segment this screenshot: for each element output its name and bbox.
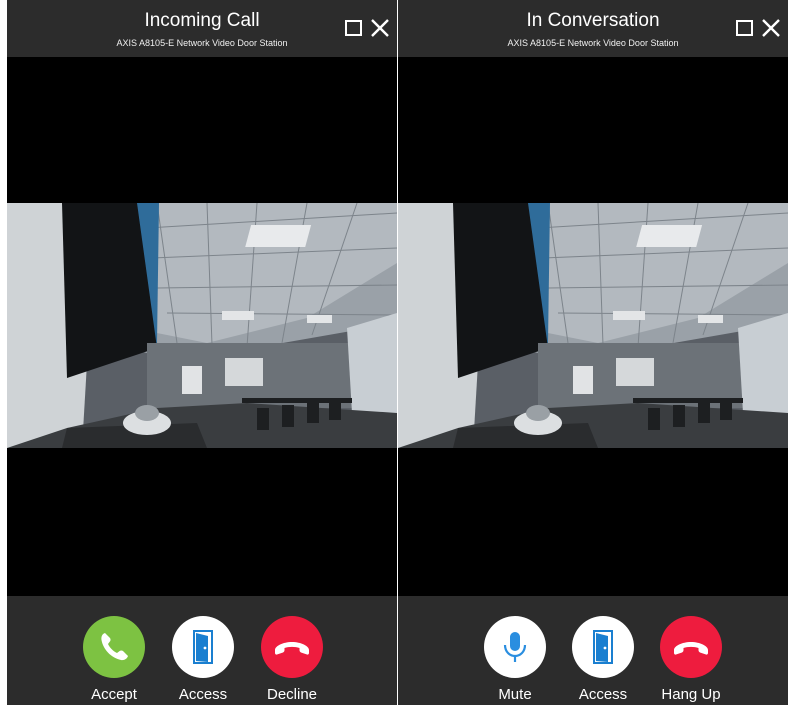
device-name: AXIS A8105-E Network Video Door Station [116,38,288,48]
maximize-icon [736,20,753,36]
decline-button[interactable]: Decline [247,616,337,704]
window-title: Incoming Call [144,10,260,31]
window-title: In Conversation [526,10,660,31]
close-icon [371,19,389,37]
camera-image [398,203,788,448]
access-label: Access [578,686,628,703]
title-bar: Incoming Call AXIS A8105-E Network Video… [7,0,397,57]
door-icon [593,630,613,664]
title-bar: In Conversation AXIS A8105-E Network Vid… [398,0,788,57]
close-button[interactable] [369,17,391,39]
accept-button[interactable]: Accept [69,616,159,704]
mute-circle [484,616,546,678]
call-controls: Accept Access Decline [7,596,397,705]
device-name: AXIS A8105-E Network Video Door Station [507,38,679,48]
mute-button[interactable]: Mute [470,616,560,704]
door-icon [193,630,213,664]
access-circle [172,616,234,678]
hang-up-circle [660,616,722,678]
hang-up-label: Hang Up [661,686,721,703]
camera-image [7,203,397,448]
close-button[interactable] [760,17,782,39]
close-icon [762,19,780,37]
access-label: Access [178,686,228,703]
maximize-button[interactable] [343,17,365,39]
hang-up-icon [275,642,309,655]
hang-up-icon [674,642,708,655]
phone-icon [101,633,128,661]
mute-label: Mute [498,686,532,703]
microphone-icon [503,632,527,662]
access-button[interactable]: Access [158,616,248,704]
camera-video-feed [7,203,397,448]
decline-label: Decline [266,686,318,703]
call-controls: Mute Access Hang Up [398,596,788,705]
incoming-call-window: Incoming Call AXIS A8105-E Network Video… [7,0,397,705]
in-conversation-window: In Conversation AXIS A8105-E Network Vid… [398,0,788,705]
decline-circle [261,616,323,678]
accept-label: Accept [91,686,137,703]
access-circle [572,616,634,678]
accept-circle [83,616,145,678]
access-button[interactable]: Access [558,616,648,704]
maximize-button[interactable] [734,17,756,39]
camera-video-feed [398,203,788,448]
maximize-icon [345,20,362,36]
hang-up-button[interactable]: Hang Up [646,616,736,704]
